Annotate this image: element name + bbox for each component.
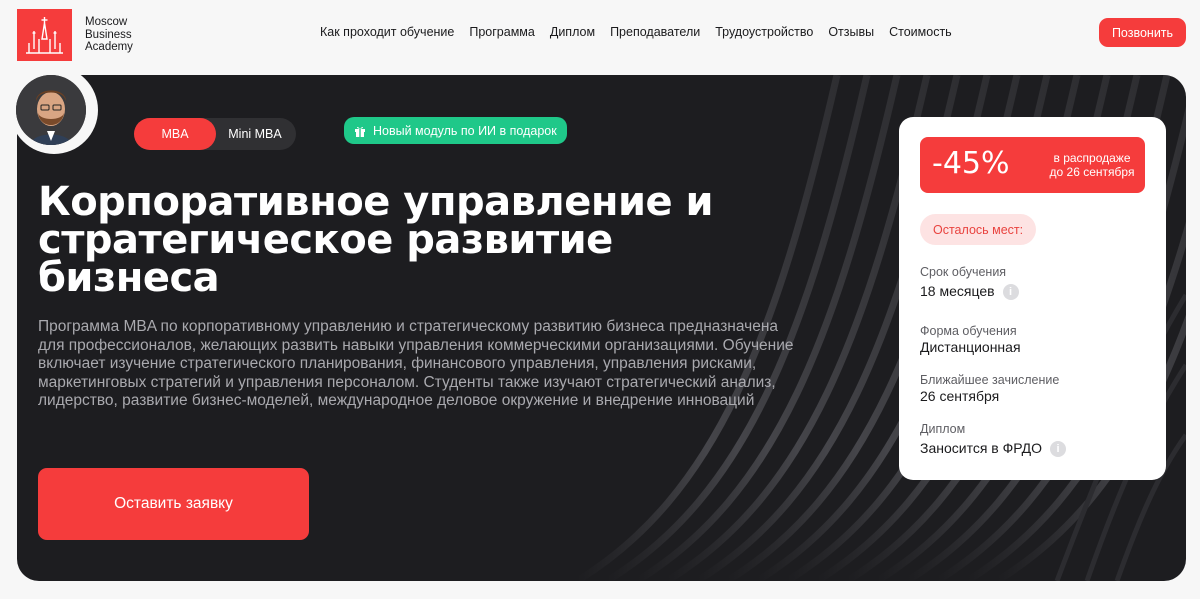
format-label: Форма обучения: [920, 324, 1017, 338]
nav-link-program[interactable]: Программа: [469, 25, 535, 39]
avatar: [16, 75, 86, 145]
info-icon[interactable]: i: [1002, 283, 1019, 300]
seats-left-badge: Осталось мест:: [920, 214, 1037, 245]
main-nav: Как проходит обучение Программа Диплом П…: [320, 25, 967, 39]
info-icon[interactable]: i: [1050, 440, 1067, 457]
promo-text: Новый модуль по ИИ в подарок: [373, 123, 557, 138]
duration-label: Срок обучения: [920, 265, 1007, 279]
discount-value: -45%: [932, 146, 1010, 181]
program-info-card: -45% в распродаже до 26 сентября Осталос…: [899, 117, 1166, 480]
format-value: Дистанционная: [920, 339, 1021, 355]
header: Moscow Business Academy Как проходит обу…: [0, 0, 1200, 66]
promo-badge[interactable]: Новый модуль по ИИ в подарок: [344, 117, 567, 144]
call-button[interactable]: Позвонить: [1099, 18, 1186, 47]
duration-value: 18 месяцев: [920, 283, 995, 299]
kremlin-logo-icon: [17, 9, 72, 61]
nav-link-teachers[interactable]: Преподаватели: [610, 25, 700, 39]
duration-field: Срок обучения 18 месяцев i: [920, 265, 1019, 300]
nav-link-employment[interactable]: Трудоустройство: [715, 25, 813, 39]
gift-icon: [354, 125, 366, 137]
logo-text: Moscow Business Academy: [85, 16, 133, 54]
tab-mba[interactable]: MBA: [134, 118, 216, 150]
apply-button[interactable]: Оставить заявку: [38, 468, 309, 540]
tab-mini-mba[interactable]: Mini MBA: [216, 118, 294, 150]
program-tabs: MBA Mini MBA: [134, 118, 296, 150]
enrollment-field: Ближайшее зачисление 26 сентября: [920, 373, 1059, 405]
diploma-value: Заносится в ФРДО: [920, 440, 1043, 456]
sale-deadline: в распродаже до 26 сентября: [1049, 151, 1135, 179]
logo[interactable]: Moscow Business Academy: [17, 9, 155, 61]
diploma-field: Диплом Заносится в ФРДО i: [920, 422, 1067, 457]
nav-link-diploma[interactable]: Диплом: [550, 25, 595, 39]
sale-banner: -45% в распродаже до 26 сентября: [920, 137, 1145, 193]
nav-link-reviews[interactable]: Отзывы: [828, 25, 874, 39]
diploma-label: Диплом: [920, 422, 966, 436]
format-field: Форма обучения Дистанционная: [920, 324, 1021, 356]
nav-link-price[interactable]: Стоимость: [889, 25, 952, 39]
enrollment-value: 26 сентября: [920, 388, 1000, 404]
enrollment-label: Ближайшее зачисление: [920, 373, 1060, 387]
program-description: Программа MBA по корпоративному управлен…: [38, 318, 794, 409]
page-title: Корпоративное управление и стратегическо…: [38, 179, 714, 301]
nav-link-how[interactable]: Как проходит обучение: [320, 25, 454, 39]
